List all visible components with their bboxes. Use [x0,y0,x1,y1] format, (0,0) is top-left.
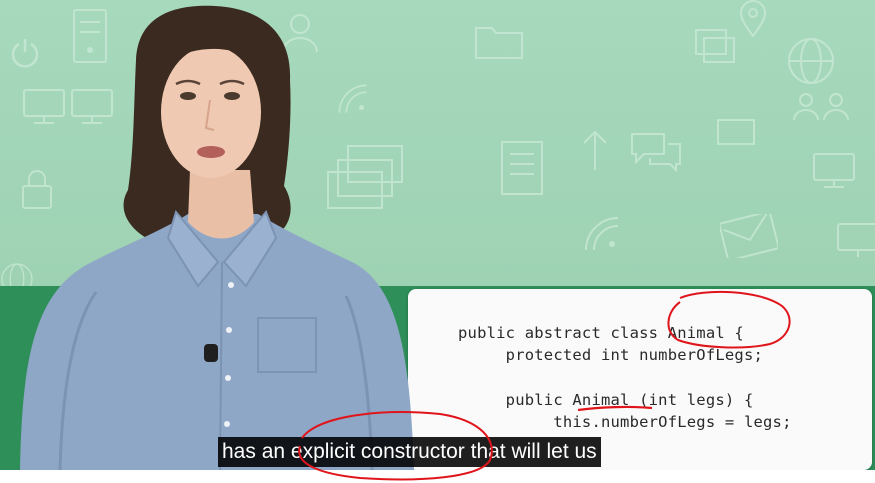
code-line: this.numberOfLegs = legs; [458,413,792,431]
code-line: public Animal (int legs) { [458,391,754,409]
envelope-icon [720,214,778,258]
subtitle-caption: has an explicit constructor that will le… [218,437,601,467]
presenter-neck [188,170,254,239]
arrow-up-icon [580,128,610,172]
wifi-icon [582,214,622,254]
monitor-icon [812,152,856,190]
video-frame: public abstract class Animal { protected… [0,0,875,470]
presenter [20,5,414,470]
presenter-face [161,46,261,178]
document-icon [500,140,544,196]
presenter-shirt [20,214,414,470]
people-icon [792,92,852,122]
code-line: public abstract class Animal { [458,324,744,342]
microphone [204,344,218,362]
code-line: protected int numberOfLegs; [458,346,764,364]
globe-icon [786,36,836,86]
window-icon [716,118,756,146]
window-icon [694,28,736,64]
folder-icon [474,22,524,60]
chat-icon [628,130,684,174]
monitor-icon [836,222,875,260]
location-pin-icon [738,0,768,38]
